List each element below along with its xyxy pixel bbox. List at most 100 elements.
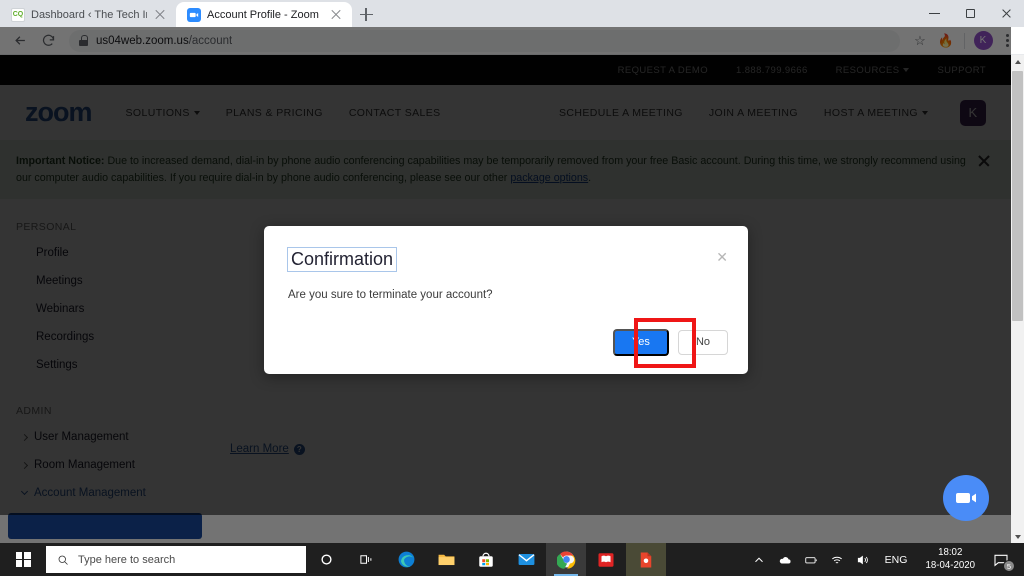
scroll-up-icon[interactable] — [1011, 55, 1024, 68]
language-indicator[interactable]: ENG — [876, 554, 917, 566]
reload-icon[interactable] — [35, 28, 61, 54]
clock-time: 18:02 — [938, 547, 963, 559]
toolbar-divider — [964, 32, 965, 49]
maximize-icon[interactable] — [952, 0, 988, 27]
onedrive-cloud-icon[interactable] — [772, 543, 798, 576]
tab-close-icon[interactable] — [153, 8, 167, 22]
schedule-a-meeting-link[interactable]: SCHEDULE A MEETING — [559, 107, 683, 119]
host-a-meeting-menu[interactable]: HOST A MEETING — [824, 107, 928, 119]
tab-close-icon[interactable] — [329, 8, 343, 22]
phone-number[interactable]: 1.888.799.9666 — [736, 65, 808, 76]
close-icon[interactable]: ✕ — [716, 250, 728, 264]
chevron-right-icon — [20, 433, 29, 441]
yes-button[interactable]: Yes — [612, 329, 669, 356]
url-text: us04web.zoom.us/account — [96, 35, 232, 47]
clock-date: 18-04-2020 — [925, 559, 975, 571]
sidebar-item-label: Account Management — [34, 487, 146, 500]
new-tab-button[interactable] — [352, 2, 380, 27]
browser-tab-dashboard[interactable]: CQ Dashboard ‹ The Tech Infinite — — [0, 2, 176, 27]
sidebar: PERSONAL Profile Meetings Webinars Recor… — [0, 199, 210, 540]
scroll-down-icon[interactable] — [1011, 530, 1024, 543]
sidebar-subitem-selected[interactable] — [8, 513, 202, 540]
request-demo-link[interactable]: REQUEST A DEMO — [618, 65, 708, 76]
resources-menu[interactable]: RESOURCES — [836, 65, 910, 76]
google-chrome-icon[interactable] — [546, 543, 586, 576]
window-controls — [916, 0, 1024, 27]
microsoft-edge-icon[interactable] — [386, 543, 426, 576]
tech-infinite-icon: CQ — [11, 7, 25, 22]
speaker-icon[interactable] — [850, 543, 876, 576]
file-explorer-icon[interactable] — [426, 543, 466, 576]
three-dot-menu-icon[interactable] — [997, 29, 1017, 53]
package-options-link[interactable]: package options — [510, 172, 588, 184]
pdf-app-icon[interactable] — [626, 543, 666, 576]
reader-app-icon[interactable] — [586, 543, 626, 576]
sidebar-item-settings[interactable]: Settings — [0, 351, 210, 379]
sidebar-item-room-management[interactable]: Room Management — [0, 451, 210, 479]
chevron-up-icon[interactable] — [746, 543, 772, 576]
dialog-actions: Yes No — [612, 329, 728, 356]
microsoft-store-icon[interactable] — [466, 543, 506, 576]
windows-start-icon[interactable] — [0, 543, 46, 576]
support-link[interactable]: SUPPORT — [937, 65, 986, 76]
learn-more-link[interactable]: Learn More ? — [230, 443, 305, 455]
address-bar[interactable]: us04web.zoom.us/account — [69, 29, 900, 52]
battery-icon[interactable] — [798, 543, 824, 576]
notice-text: Due to increased demand, dial-in by phon… — [16, 155, 966, 184]
clock[interactable]: 18:02 18-04-2020 — [916, 547, 984, 571]
wifi-icon[interactable] — [824, 543, 850, 576]
close-icon[interactable] — [977, 153, 991, 167]
task-view-icon[interactable] — [346, 543, 386, 576]
search-icon — [58, 555, 68, 565]
star-icon[interactable]: ☆ — [908, 29, 932, 53]
search-placeholder: Type here to search — [78, 553, 176, 566]
system-tray: ENG 18:02 18-04-2020 5 — [746, 543, 1024, 576]
zoom-logo[interactable]: zoom — [25, 97, 92, 128]
confirmation-dialog: Confirmation ✕ Are you sure to terminate… — [264, 226, 748, 374]
search-input[interactable]: Type here to search — [46, 546, 306, 573]
sidebar-item-meetings[interactable]: Meetings — [0, 267, 210, 295]
nav-contact-sales[interactable]: CONTACT SALES — [349, 107, 441, 119]
notice-text-end: . — [588, 171, 592, 184]
notice-label: Important Notice: — [16, 155, 105, 167]
sidebar-section-personal: PERSONAL — [16, 221, 77, 234]
zoom-utility-bar: REQUEST A DEMO 1.888.799.9666 RESOURCES … — [0, 55, 1011, 85]
no-button[interactable]: No — [677, 330, 728, 355]
chevron-right-icon — [20, 461, 29, 469]
sidebar-item-webinars[interactable]: Webinars — [0, 295, 210, 323]
sidebar-item-account-management[interactable]: Account Management — [0, 479, 210, 507]
sidebar-item-profile[interactable]: Profile — [0, 239, 210, 267]
sidebar-item-user-management[interactable]: User Management — [0, 423, 210, 451]
dialog-title: Confirmation — [286, 247, 398, 272]
browser-tab-strip: CQ Dashboard ‹ The Tech Infinite — Accou… — [0, 0, 1024, 27]
chevron-down-icon — [903, 67, 910, 72]
avatar[interactable]: K — [960, 99, 986, 126]
scrollbar-thumb[interactable] — [1012, 71, 1023, 321]
back-arrow-icon[interactable] — [7, 28, 33, 54]
url-host: us04web.zoom.us — [96, 34, 189, 47]
help-circle-icon: ? — [293, 443, 305, 455]
zoom-nav-links: SOLUTIONS PLANS & PRICING CONTACT SALES — [126, 107, 441, 119]
start-meeting-fab[interactable] — [943, 475, 989, 521]
join-a-meeting-link[interactable]: JOIN A MEETING — [709, 107, 798, 119]
url-path: /account — [188, 34, 233, 47]
browser-toolbar: us04web.zoom.us/account ☆ 🔥 K — [0, 27, 1024, 515]
action-center-icon[interactable]: 5 — [984, 543, 1018, 576]
windows-taskbar: Type here to search ENG 18:02 18-04-2020… — [0, 543, 1024, 576]
page-scrollbar[interactable] — [1011, 55, 1024, 543]
cortana-circle-icon[interactable] — [306, 543, 346, 576]
close-icon[interactable] — [988, 0, 1024, 27]
avatar[interactable]: K — [971, 29, 995, 53]
zoom-nav-right: SCHEDULE A MEETING JOIN A MEETING HOST A… — [559, 99, 986, 126]
nav-solutions[interactable]: SOLUTIONS — [126, 107, 200, 119]
video-camera-icon — [956, 493, 976, 503]
notification-count: 5 — [1003, 560, 1015, 572]
flame-extension-icon[interactable]: 🔥 — [934, 29, 958, 53]
minimize-icon[interactable] — [916, 0, 952, 27]
chevron-down-icon — [193, 110, 200, 115]
mail-icon[interactable] — [506, 543, 546, 576]
nav-plans-pricing[interactable]: PLANS & PRICING — [226, 107, 323, 119]
browser-tab-account-profile[interactable]: Account Profile - Zoom — [176, 2, 352, 27]
sidebar-item-recordings[interactable]: Recordings — [0, 323, 210, 351]
tab-title: Account Profile - Zoom — [207, 8, 319, 21]
